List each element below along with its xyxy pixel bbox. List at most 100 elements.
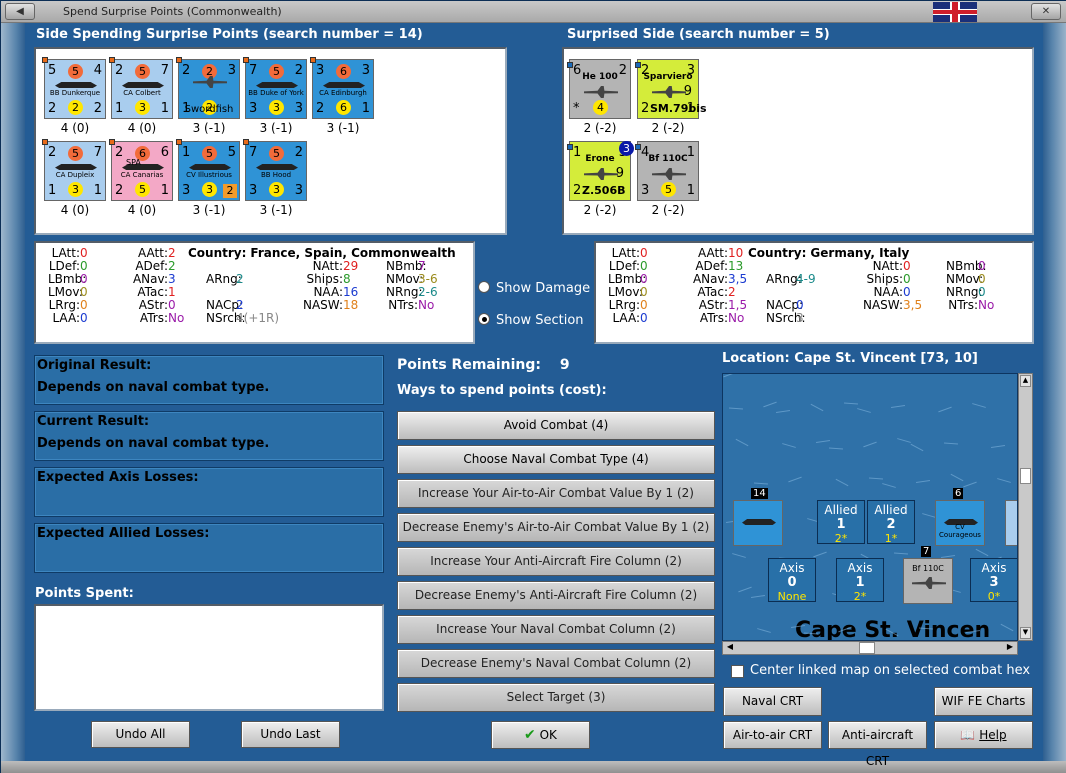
stat-label: ADef: (135, 259, 168, 273)
stat-lbmb: LBmb: 0 (608, 272, 648, 286)
undo-last-button[interactable]: Undo Last (241, 721, 340, 748)
stat-label: LBmb: (48, 272, 87, 286)
stat-value: 0 (80, 285, 88, 299)
unit-name: He 100 (582, 72, 618, 82)
naval-crt-button[interactable]: Naval CRT (723, 687, 822, 716)
show-damage-radio[interactable]: Show Damage (478, 281, 590, 296)
map-horizontal-scrollbar[interactable]: ◀ ▶ (722, 641, 1018, 655)
combat-box[interactable]: Axis 0 None (768, 558, 816, 603)
stat-value: 0 (903, 285, 911, 299)
movement-circle: 2 (68, 100, 83, 115)
enemy-unit-counter[interactable]: 6 2 * He 100 4 (567, 59, 631, 119)
help-button[interactable]: 📖 Help (934, 721, 1033, 749)
horizontal-scroll-thumb[interactable] (859, 642, 875, 654)
stat-value: 0 (80, 298, 88, 312)
map-stack-counter[interactable] (733, 500, 783, 546)
action-button-4[interactable]: Increase Your Anti-Aircraft Fire Column … (397, 547, 715, 576)
map-stack-counter[interactable]: CV Courageous (935, 500, 985, 546)
system-menu-button[interactable]: ◀ (5, 3, 35, 20)
action-button-2[interactable]: Increase Your Air-to-Air Combat Value By… (397, 479, 715, 508)
country-label: Country: (188, 246, 247, 260)
unit-value: 1 (182, 145, 191, 160)
combat-map[interactable]: Cape St. Vincen Allied 1 2* Allied 2 1* Axis 0 N… (722, 373, 1018, 641)
points-remaining: Points Remaining: 9 (397, 357, 570, 373)
action-button-8[interactable]: Select Target (3) (397, 683, 715, 712)
unit-counter[interactable]: 7 2 3 3 5 3 BB Hood (243, 139, 307, 201)
unit-name: Erone (585, 154, 615, 164)
stat-value: No (168, 311, 185, 325)
action-button-5[interactable]: Decrease Enemy's Anti-Aircraft Fire Colu… (397, 581, 715, 610)
show-section-radio[interactable]: Show Section (478, 313, 584, 328)
action-button-6[interactable]: Increase Your Naval Combat Column (2) (397, 615, 715, 644)
combat-box[interactable]: Axis 1 2* (836, 558, 884, 603)
unit-caption: 4 (0) (127, 203, 157, 217)
scroll-left-icon[interactable]: ◀ (724, 642, 736, 654)
stat-label: Ships: (866, 272, 903, 286)
map-edge-counter[interactable] (1005, 500, 1017, 546)
air-to-air-crt-button[interactable]: Air-to-air CRT (723, 721, 822, 749)
unit-caption: 2 (-2) (583, 121, 617, 135)
enemy-unit-counter[interactable]: 4 1 3 1 Bf 110C 5 (635, 141, 699, 201)
box-side: Axis (981, 561, 1007, 575)
unit-caption: 4 (0) (60, 203, 90, 217)
undo-all-button[interactable]: Undo All (91, 721, 190, 748)
box-number: 1 (836, 517, 846, 532)
action-button-7[interactable]: Decrease Enemy's Naval Combat Column (2) (397, 649, 715, 678)
stat-label: NACp: (206, 298, 244, 312)
action-button-1[interactable]: Choose Naval Combat Type (4) (397, 445, 715, 474)
unit-marker-icon (176, 139, 182, 145)
stat-ntrs: NTrs: No (946, 298, 994, 312)
unit-counter[interactable]: 2 6 2 1 6 5 CA Canarias SPA (109, 139, 173, 201)
map-stack-counter[interactable]: Bf 110C (903, 558, 953, 604)
stat-label: NSrch: (766, 311, 806, 325)
enemy-unit-counter[interactable]: 132Erone9Z.506B3 (567, 141, 634, 201)
unit-counter[interactable]: 3 3 2 1 6 6 CA Edinburgh (310, 57, 374, 119)
unit-value: 1 (686, 183, 695, 198)
stat-value: 29 (343, 259, 359, 273)
stat-atrs: ATrs: No (128, 311, 184, 325)
unit-value: 3 (316, 63, 325, 78)
stat-atac: ATac: 2 (688, 285, 735, 299)
points-spent-list (34, 604, 384, 711)
anti-aircraft-crt-button[interactable]: Anti-aircraft CRT (828, 721, 927, 768)
scroll-up-icon[interactable]: ▲ (1020, 375, 1031, 387)
stat-label: NACp: (766, 298, 804, 312)
action-button-0[interactable]: Avoid Combat (4) (397, 411, 715, 440)
unit-value: 3 (361, 63, 370, 78)
stat-label: NTrs: (388, 298, 418, 312)
allied-losses-label: Expected Allied Losses: (37, 526, 210, 541)
map-vertical-scrollbar[interactable]: ▲ ▼ (1018, 373, 1033, 641)
unit-counter[interactable]: 5 4 2 2 5 2 BB Dunkerque (42, 57, 106, 119)
wave-mark (1000, 623, 1014, 632)
stat-value: 0 (640, 298, 648, 312)
stat-lmov: LMov: 0 (608, 285, 648, 299)
wave-mark (788, 476, 802, 483)
scroll-right-icon[interactable]: ▶ (1004, 642, 1016, 654)
ok-button[interactable]: ✔ OK (491, 721, 590, 749)
unit-counter[interactable]: 2 7 1 1 5 3 CA Dupleix (42, 139, 106, 201)
unit-counter[interactable]: 153253CV Illustrious2 (176, 139, 240, 201)
unit-counter[interactable]: 7 2 3 3 5 3 BB Duke of York (243, 57, 307, 119)
attack-circle: 5 (135, 64, 150, 79)
box-side: Allied (874, 503, 908, 517)
wave-mark (738, 586, 752, 593)
wif-charts-button[interactable]: WIF FE Charts (934, 687, 1033, 716)
unit-value: 7 (249, 145, 258, 160)
close-button[interactable]: ✕ (1031, 3, 1061, 20)
combat-box[interactable]: Allied 1 2* (817, 500, 865, 545)
combat-box[interactable]: Axis 3 0* (970, 558, 1017, 603)
unit-counter[interactable]: 2 3 1 2 2 Swordfish (176, 57, 240, 119)
stat-value: 13 (728, 259, 744, 273)
combat-box[interactable]: Allied 2 1* (867, 500, 915, 545)
enemy-unit-counter[interactable]: 2 3 2 1 Sparviero 9 SM.79bis (635, 59, 707, 119)
scroll-down-icon[interactable]: ▼ (1020, 627, 1031, 639)
axis-losses-box: Expected Axis Losses: (34, 467, 384, 517)
vertical-scroll-thumb[interactable] (1020, 468, 1031, 484)
show-damage-label: Show Damage (496, 281, 591, 296)
unit-counter[interactable]: 2 7 1 1 5 3 CA Colbert (109, 57, 173, 119)
action-button-3[interactable]: Decrease Enemy's Air-to-Air Combat Value… (397, 513, 715, 542)
center-link-checkbox[interactable] (731, 665, 744, 678)
stat-ntrs: NTrs: No (386, 298, 434, 312)
unit-marker-icon (42, 57, 48, 63)
box-status: None (777, 590, 807, 603)
